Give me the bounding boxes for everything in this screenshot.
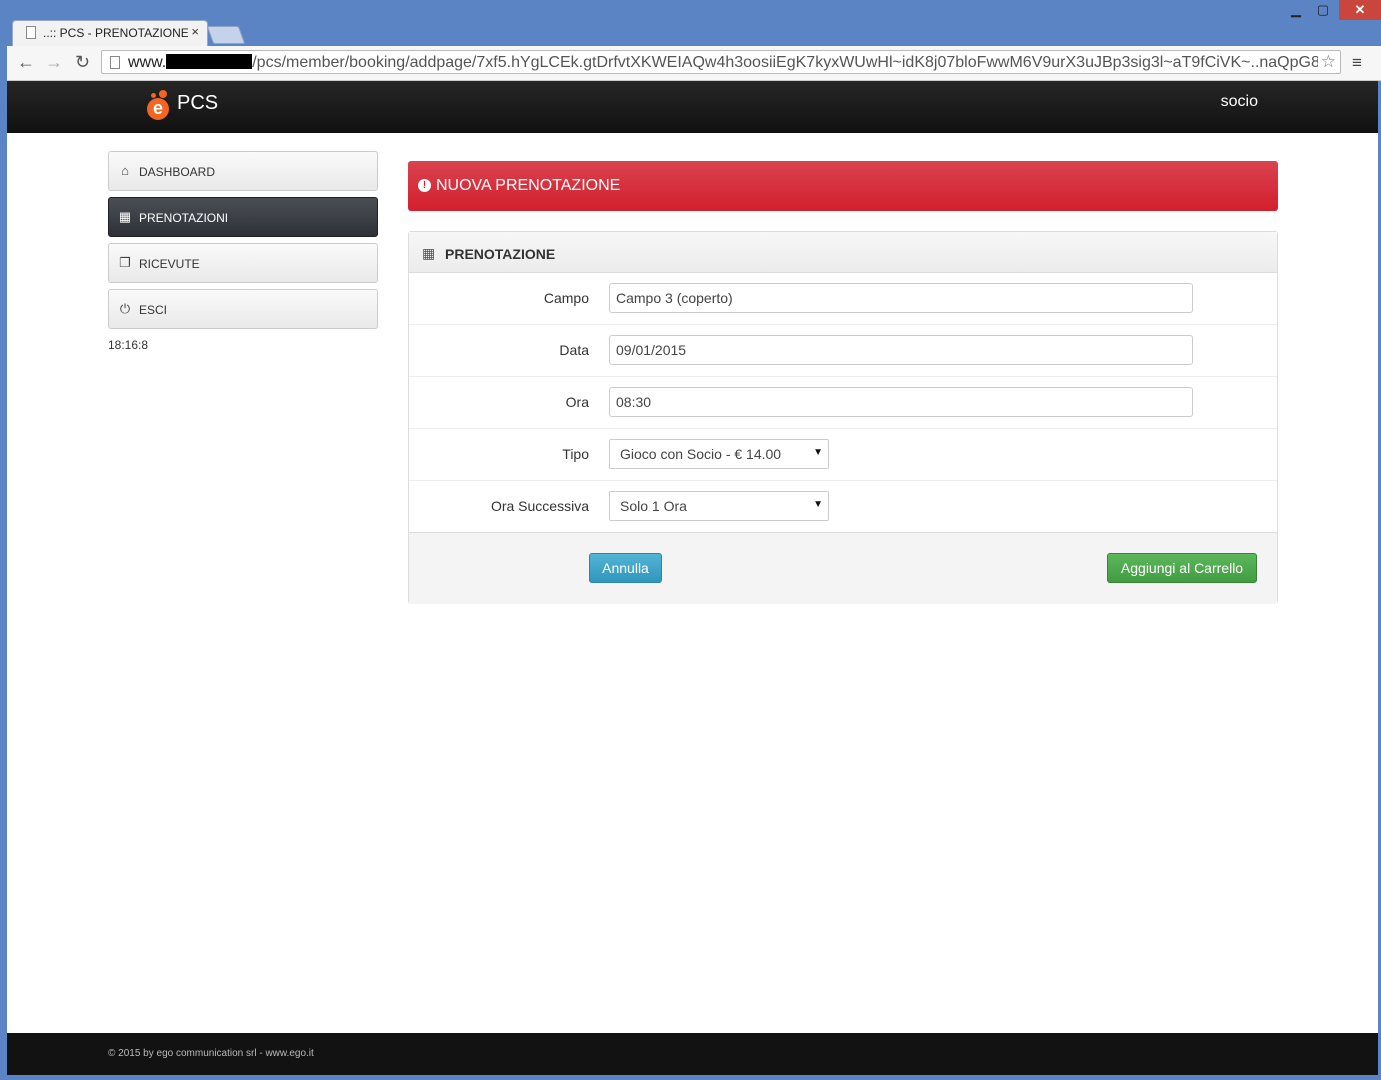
power-icon: ⏻ bbox=[119, 301, 131, 316]
sidebar-item-prenotazioni[interactable]: ▦ PRENOTAZIONI bbox=[108, 197, 378, 237]
form-row-tipo: Tipo Gioco con Socio - € 14.00 ▼ bbox=[409, 428, 1277, 481]
bookmark-star-icon[interactable]: ☆ bbox=[1321, 52, 1336, 72]
chevron-down-icon: ▼ bbox=[813, 499, 823, 510]
minimize-button[interactable]: ▁ bbox=[1283, 0, 1309, 20]
sidebar-item-ricevute[interactable]: ❐ RICEVUTE bbox=[108, 243, 378, 283]
browser-titlebar: ..:: PCS - PRENOTAZIONE × ▁ ▢ ✕ bbox=[0, 0, 1381, 46]
form-row-campo: Campo Campo 3 (coperto) bbox=[409, 272, 1277, 325]
home-icon: ⌂ bbox=[121, 163, 129, 178]
browser-tab[interactable]: ..:: PCS - PRENOTAZIONE × bbox=[12, 20, 208, 46]
page-icon bbox=[110, 56, 120, 69]
page-footer: © 2015 by ego communication srl - www.eg… bbox=[7, 1033, 1378, 1075]
panel-title: PRENOTAZIONE bbox=[445, 246, 556, 262]
sidebar-item-esci[interactable]: ⏻ ESCI bbox=[108, 289, 378, 329]
form-row-ora-successiva: Ora Successiva Solo 1 Ora ▼ bbox=[409, 480, 1277, 532]
new-tab-button[interactable] bbox=[206, 26, 246, 44]
browser-window: ..:: PCS - PRENOTAZIONE × ▁ ▢ ✕ ← → ↻ ww… bbox=[0, 0, 1381, 1080]
ora-successiva-select[interactable]: Solo 1 Ora ▼ bbox=[609, 491, 829, 521]
calendar-icon: ▦ bbox=[422, 245, 436, 261]
ora-field[interactable]: 08:30 bbox=[609, 387, 1193, 417]
logo-letter: e bbox=[147, 98, 169, 120]
tab-close-icon[interactable]: × bbox=[191, 24, 199, 39]
top-navbar: e PCS socio bbox=[7, 81, 1378, 133]
sidebar: ⌂ DASHBOARD ▦ PRENOTAZIONI ❐ RICEVUTE ⏻ … bbox=[108, 151, 378, 335]
ora-successiva-label: Ora Successiva bbox=[490, 498, 589, 514]
sidebar-item-label: DASHBOARD bbox=[139, 165, 216, 179]
panel-header: ▦ PRENOTAZIONE bbox=[409, 232, 1277, 273]
maximize-button[interactable]: ▢ bbox=[1309, 0, 1337, 20]
footer-copyright: © 2015 by ego communication srl - www.eg… bbox=[108, 1048, 314, 1059]
forward-icon[interactable]: → bbox=[45, 52, 63, 73]
exclamation-icon: ! bbox=[418, 179, 431, 192]
sidebar-item-label: PRENOTAZIONI bbox=[139, 211, 229, 225]
menu-icon[interactable]: ≡ bbox=[1352, 53, 1362, 73]
campo-label: Campo bbox=[543, 290, 589, 306]
browser-toolbar: ← → ↻ www. /pcs/member/booking/addpage/7x… bbox=[7, 46, 1381, 81]
clock: 18:16:8 bbox=[108, 338, 149, 352]
sidebar-item-dashboard[interactable]: ⌂ DASHBOARD bbox=[108, 151, 378, 191]
reload-icon[interactable]: ↻ bbox=[75, 52, 90, 73]
receipts-icon: ❐ bbox=[119, 255, 131, 270]
page-icon bbox=[26, 26, 36, 39]
tab-title: ..:: PCS - PRENOTAZIONE bbox=[43, 26, 188, 40]
tipo-select[interactable]: Gioco con Socio - € 14.00 ▼ bbox=[609, 439, 829, 469]
page: e PCS socio ⌂ DASHBOARD ▦ PRENOTAZIONI ❐… bbox=[7, 81, 1378, 1075]
redaction-block bbox=[166, 54, 253, 69]
form-row-ora: Ora 08:30 bbox=[409, 376, 1277, 429]
url-text[interactable]: www. /pcs/member/booking/addpage/7xf5.hYg… bbox=[128, 54, 1318, 72]
chevron-down-icon: ▼ bbox=[813, 447, 823, 458]
campo-field[interactable]: Campo 3 (coperto) bbox=[609, 283, 1193, 313]
data-field[interactable]: 09/01/2015 bbox=[609, 335, 1193, 365]
brand-name[interactable]: PCS bbox=[177, 92, 218, 115]
add-to-cart-button[interactable]: Aggiungi al Carrello bbox=[1107, 553, 1257, 583]
panel-footer: Annulla Aggiungi al Carrello bbox=[409, 532, 1277, 604]
ora-label: Ora bbox=[565, 394, 589, 410]
url-path: /pcs/member/booking/addpage/7xf5.hYgLCEk… bbox=[252, 54, 1318, 71]
logo-icon[interactable]: e bbox=[147, 90, 171, 120]
booking-panel: ▦ PRENOTAZIONE Campo Campo 3 (coperto) D… bbox=[408, 231, 1278, 604]
page-title-alert: ! NUOVA PRENOTAZIONE bbox=[408, 161, 1278, 211]
url-prefix: www. bbox=[128, 54, 167, 71]
back-icon[interactable]: ← bbox=[17, 52, 35, 73]
address-bar[interactable]: www. /pcs/member/booking/addpage/7xf5.hYg… bbox=[101, 50, 1341, 74]
page-title: NUOVA PRENOTAZIONE bbox=[436, 177, 621, 194]
calendar-icon: ▦ bbox=[118, 209, 132, 224]
data-label: Data bbox=[559, 342, 589, 358]
window-close-button[interactable]: ✕ bbox=[1339, 0, 1381, 20]
ora-successiva-selected-value: Solo 1 Ora bbox=[620, 498, 687, 514]
user-menu[interactable]: socio bbox=[1221, 93, 1258, 111]
sidebar-item-label: RICEVUTE bbox=[139, 257, 200, 271]
logo-dot bbox=[159, 90, 167, 98]
tipo-selected-value: Gioco con Socio - € 14.00 bbox=[620, 446, 782, 462]
tipo-label: Tipo bbox=[562, 446, 589, 462]
sidebar-item-label: ESCI bbox=[139, 303, 168, 317]
cancel-button[interactable]: Annulla bbox=[589, 553, 662, 583]
form-row-data: Data 09/01/2015 bbox=[409, 324, 1277, 377]
